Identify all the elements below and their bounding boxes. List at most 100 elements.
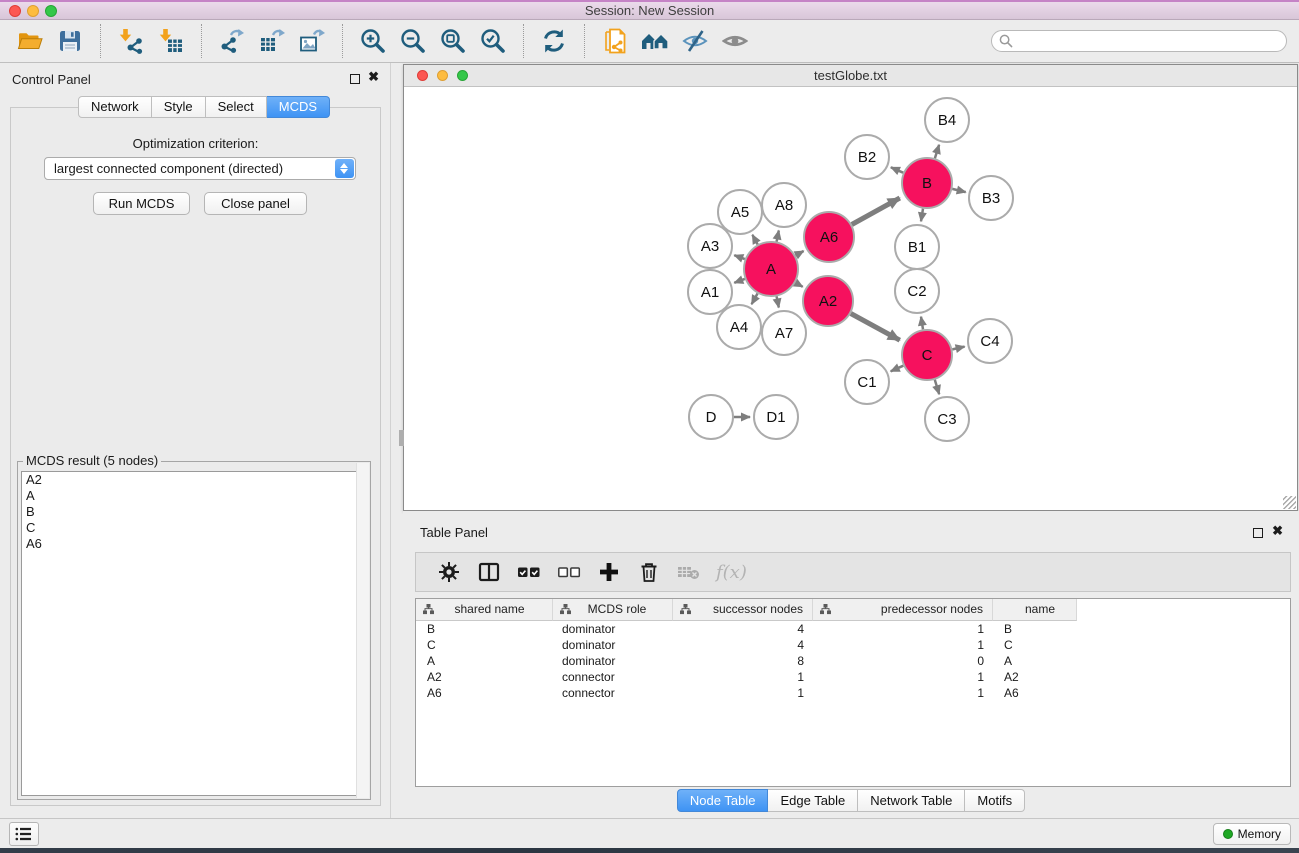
edge-B-B4[interactable] — [935, 145, 939, 158]
control-panel-tab[interactable]: Network — [78, 96, 152, 118]
edge-A-A4[interactable] — [752, 294, 758, 305]
node-label-B: B — [922, 175, 932, 192]
edge-B-B1[interactable] — [921, 209, 923, 222]
select-all-columns-icon[interactable] — [512, 558, 546, 586]
export-image-icon[interactable] — [295, 26, 329, 56]
optimization-criterion-value: largest connected component (directed) — [54, 161, 283, 176]
resize-grip-icon[interactable] — [1283, 496, 1296, 509]
zoom-out-icon[interactable] — [396, 26, 430, 56]
import-network-icon[interactable] — [114, 26, 148, 56]
optimization-criterion-select[interactable]: largest connected component (directed) — [44, 157, 356, 180]
edge-B-B2[interactable] — [891, 167, 903, 172]
mcds-result-item[interactable]: B — [22, 504, 366, 520]
edge-B-B3[interactable] — [952, 189, 965, 192]
edge-A-A7[interactable] — [777, 296, 779, 307]
mcds-result-item[interactable]: A — [22, 488, 366, 504]
edge-A6-B[interactable] — [852, 198, 900, 225]
app-titlebar: Session: New Session — [0, 0, 1299, 20]
mcds-result-item[interactable]: A2 — [22, 472, 366, 488]
node-label-A4: A4 — [730, 319, 748, 336]
column-header-mcds-role[interactable]: MCDS role — [553, 599, 673, 621]
mcds-result-item[interactable]: A6 — [22, 536, 366, 552]
edge-A-A8[interactable] — [777, 231, 779, 242]
unselect-all-columns-icon[interactable] — [552, 558, 586, 586]
task-history-button[interactable] — [9, 822, 39, 846]
network-window-titlebar[interactable]: testGlobe.txt — [404, 65, 1297, 87]
import-table-icon[interactable] — [154, 26, 188, 56]
float-panel-icon[interactable] — [350, 74, 360, 84]
save-session-icon[interactable] — [53, 26, 87, 56]
result-list-scrollbar[interactable] — [356, 463, 369, 798]
delete-table-icon[interactable] — [672, 558, 706, 586]
node-label-A2: A2 — [819, 293, 837, 310]
run-mcds-button[interactable]: Run MCDS — [93, 192, 190, 215]
edge-A-A6[interactable] — [796, 251, 804, 256]
apply-preferred-layout-icon[interactable] — [537, 26, 571, 56]
hide-graphics-details-icon[interactable] — [678, 26, 712, 56]
edge-A-A2[interactable] — [795, 283, 802, 287]
vertical-scroll-indicator[interactable] — [399, 430, 404, 446]
column-header-name[interactable]: name — [993, 599, 1077, 621]
create-column-plus-icon[interactable] — [592, 558, 626, 586]
mcds-result-item[interactable]: C — [22, 520, 366, 536]
zoom-fit-content-icon[interactable] — [436, 26, 470, 56]
table-row[interactable]: B dominator 4 1 B — [416, 621, 1290, 637]
float-table-panel-icon[interactable] — [1253, 528, 1263, 538]
table-panel-tab[interactable]: Motifs — [965, 789, 1025, 812]
close-table-panel-icon[interactable]: ✖ — [1272, 523, 1283, 539]
table-row[interactable]: A dominator 8 0 A — [416, 653, 1290, 669]
open-file-icon[interactable] — [13, 26, 47, 56]
memory-status-icon — [1223, 829, 1233, 839]
select-stepper-icon — [335, 159, 354, 178]
edge-C-C4[interactable] — [952, 347, 964, 350]
column-header-predecessor-nodes[interactable]: predecessor nodes — [813, 599, 993, 621]
close-panel-icon[interactable]: ✖ — [368, 69, 379, 85]
edge-A-A1[interactable] — [734, 279, 745, 283]
control-panel-tab[interactable]: Select — [206, 96, 267, 118]
edge-A-A5[interactable] — [752, 235, 757, 245]
export-network-icon[interactable] — [215, 26, 249, 56]
node-table-rows: B dominator 4 1 B C dominator 4 1 C A do — [416, 621, 1290, 701]
export-table-icon[interactable] — [255, 26, 289, 56]
memory-button[interactable]: Memory — [1213, 823, 1291, 845]
table-row[interactable]: C dominator 4 1 C — [416, 637, 1290, 653]
zoom-selected-region-icon[interactable] — [476, 26, 510, 56]
tree-icon — [560, 604, 571, 615]
mcds-result-list[interactable]: A2ABCA6 — [21, 471, 367, 796]
desktop-background — [0, 848, 1299, 853]
edge-C-C1[interactable] — [891, 366, 904, 372]
node-label-A3: A3 — [701, 238, 719, 255]
node-label-B1: B1 — [908, 239, 926, 256]
column-header-shared-name[interactable]: shared name — [416, 599, 553, 621]
mcds-tab-content: Optimization criterion: largest connecte… — [10, 107, 381, 806]
network-window-title: testGlobe.txt — [404, 68, 1297, 83]
delete-column-trash-icon[interactable] — [632, 558, 666, 586]
control-panel-tabs: NetworkStyleSelectMCDS — [78, 96, 330, 118]
column-header-successor-nodes[interactable]: successor nodes — [673, 599, 813, 621]
close-panel-button[interactable]: Close panel — [204, 192, 307, 215]
zoom-in-icon[interactable] — [356, 26, 390, 56]
table-panel-tab[interactable]: Edge Table — [768, 789, 858, 812]
search-input[interactable] — [991, 30, 1287, 52]
network-canvas[interactable]: AA6A2BCA1A3A4A5A7A8B1B2B3B4C1C2C3C4DD1 — [404, 87, 1297, 510]
node-table-header: shared name MCDS role successor nodes pr… — [416, 599, 1290, 621]
memory-label: Memory — [1238, 827, 1281, 841]
edge-C-C3[interactable] — [935, 380, 939, 394]
control-panel-tab[interactable]: MCDS — [267, 96, 330, 118]
search-icon — [999, 34, 1013, 48]
split-panel-columns-icon[interactable] — [472, 558, 506, 586]
new-network-from-selection-icon[interactable] — [598, 26, 632, 56]
show-graphics-details-icon[interactable] — [718, 26, 752, 56]
edge-A2-C[interactable] — [851, 314, 900, 341]
show-network-overview-icon[interactable] — [638, 26, 672, 56]
control-panel-title: Control Panel — [12, 72, 91, 87]
table-panel-tab[interactable]: Node Table — [677, 789, 769, 812]
table-panel-tab[interactable]: Network Table — [858, 789, 965, 812]
edge-A-A3[interactable] — [734, 255, 745, 259]
edge-C-C2[interactable] — [921, 317, 923, 330]
list-icon — [14, 824, 34, 844]
control-panel-tab[interactable]: Style — [152, 96, 206, 118]
table-settings-gear-icon[interactable] — [432, 558, 466, 586]
table-row[interactable]: A6 connector 1 1 A6 — [416, 685, 1290, 701]
table-row[interactable]: A2 connector 1 1 A2 — [416, 669, 1290, 685]
